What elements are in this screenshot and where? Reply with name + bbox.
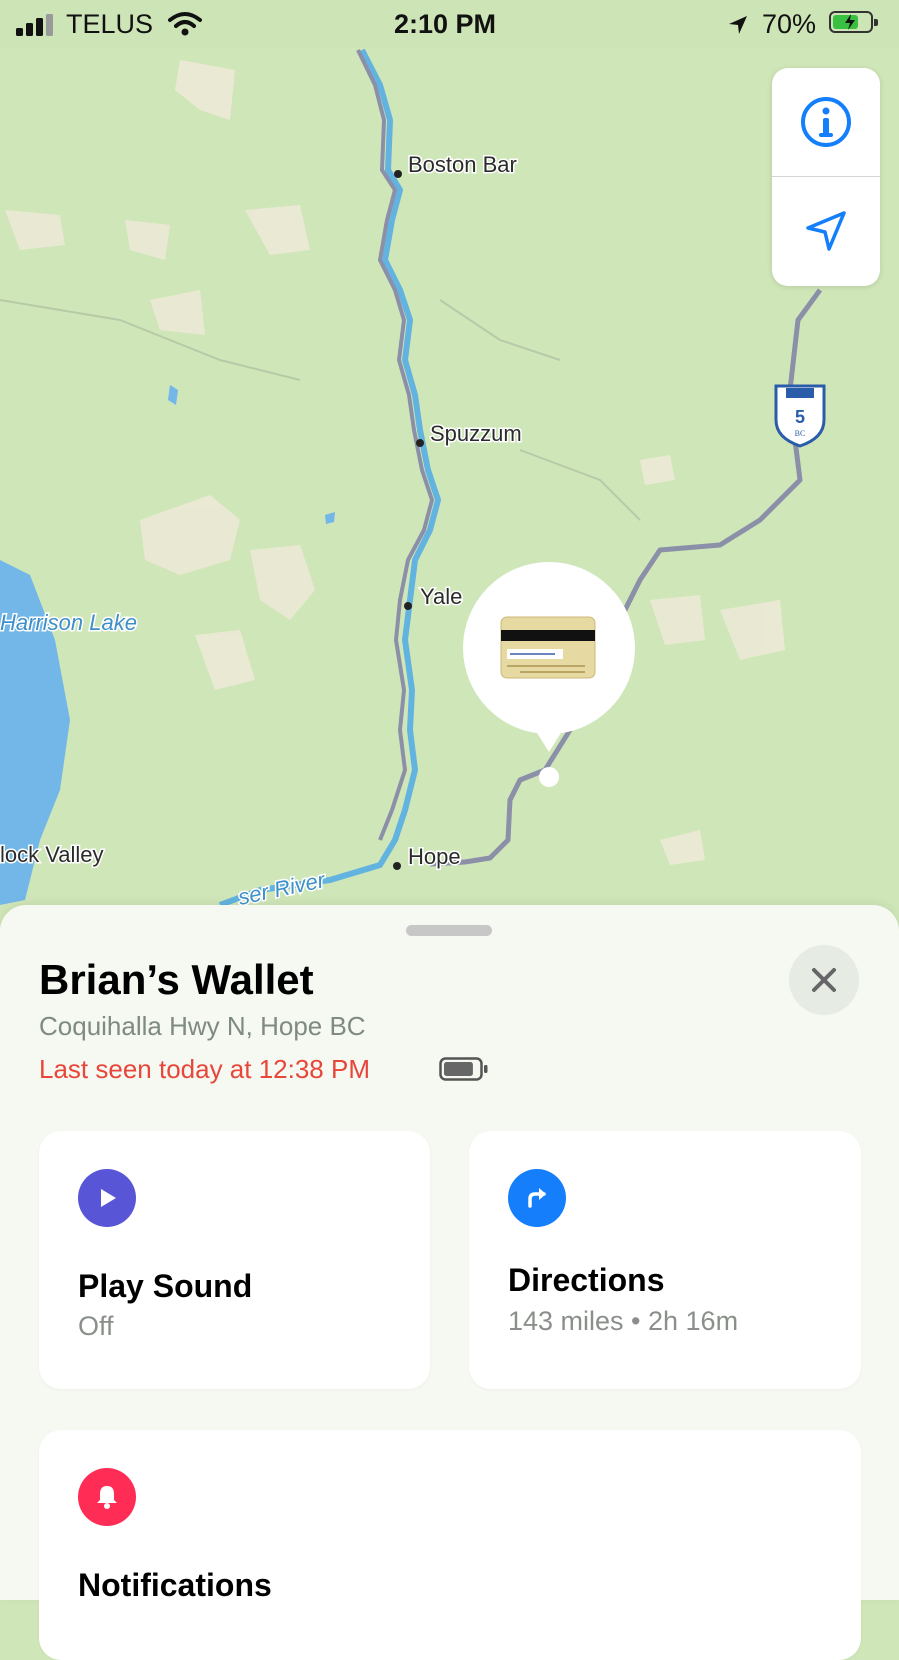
map-view[interactable]: Boston Bar Spuzzum Yale Hope lock Valley… bbox=[0, 0, 899, 960]
wifi-icon bbox=[168, 12, 202, 36]
highway-5-shield: 5 BC bbox=[774, 384, 826, 448]
place-label-spuzzum: Spuzzum bbox=[430, 421, 522, 446]
place-label-hope: Hope bbox=[408, 844, 461, 869]
map-controls bbox=[772, 68, 880, 286]
play-sound-icon-circle bbox=[78, 1169, 136, 1227]
item-battery-icon bbox=[439, 1057, 488, 1081]
highway-shield-number: 5 bbox=[795, 407, 805, 427]
directions-distance-time: 143 miles • 2h 16m bbox=[508, 1306, 739, 1336]
notifications-icon-circle bbox=[78, 1468, 136, 1526]
battery-percentage: 70% bbox=[762, 9, 817, 39]
directions-card[interactable]: Directions 143 miles • 2h 16m bbox=[469, 1131, 861, 1389]
last-seen-status: Last seen today at 12:38 PM bbox=[39, 1054, 370, 1084]
play-icon bbox=[101, 1189, 116, 1207]
item-name: Brian’s Wallet bbox=[39, 956, 314, 1003]
close-icon bbox=[812, 968, 836, 992]
location-arrow-icon bbox=[806, 211, 846, 251]
item-address: Coquihalla Hwy N, Hope BC bbox=[39, 1011, 366, 1041]
notifications-card[interactable]: Notifications bbox=[39, 1430, 861, 1660]
map-info-button[interactable] bbox=[772, 68, 880, 176]
cellular-signal-icon bbox=[16, 14, 56, 36]
play-sound-card[interactable]: Play Sound Off bbox=[39, 1131, 430, 1389]
directions-title: Directions bbox=[508, 1262, 665, 1298]
place-label-boston-bar: Boston Bar bbox=[408, 152, 517, 177]
play-sound-status: Off bbox=[78, 1311, 114, 1341]
battery-icon bbox=[829, 11, 878, 33]
directions-arrow-icon bbox=[528, 1188, 546, 1208]
notifications-title: Notifications bbox=[78, 1567, 272, 1603]
item-detail-sheet: Brian’s Wallet Coquihalla Hwy N, Hope BC… bbox=[0, 905, 899, 1660]
directions-icon-circle bbox=[508, 1169, 566, 1227]
location-services-icon bbox=[729, 16, 747, 34]
close-button[interactable] bbox=[789, 945, 859, 1015]
carrier-name: TELUS bbox=[66, 9, 154, 39]
place-label-rock-valley: lock Valley bbox=[0, 842, 104, 867]
current-location-button[interactable] bbox=[772, 177, 880, 285]
place-label-harrison: Harrison Lake bbox=[0, 610, 137, 635]
status-bar: TELUS 2:10 PM 70% bbox=[0, 0, 899, 48]
credit-card-icon bbox=[500, 616, 596, 679]
clock-time: 2:10 PM bbox=[394, 9, 497, 39]
info-icon bbox=[801, 97, 851, 147]
place-label-yale: Yale bbox=[420, 584, 462, 609]
sheet-grabber[interactable] bbox=[406, 925, 492, 936]
highway-shield-region: BC bbox=[795, 429, 806, 438]
play-sound-title: Play Sound bbox=[78, 1268, 253, 1304]
bell-icon bbox=[97, 1486, 117, 1509]
